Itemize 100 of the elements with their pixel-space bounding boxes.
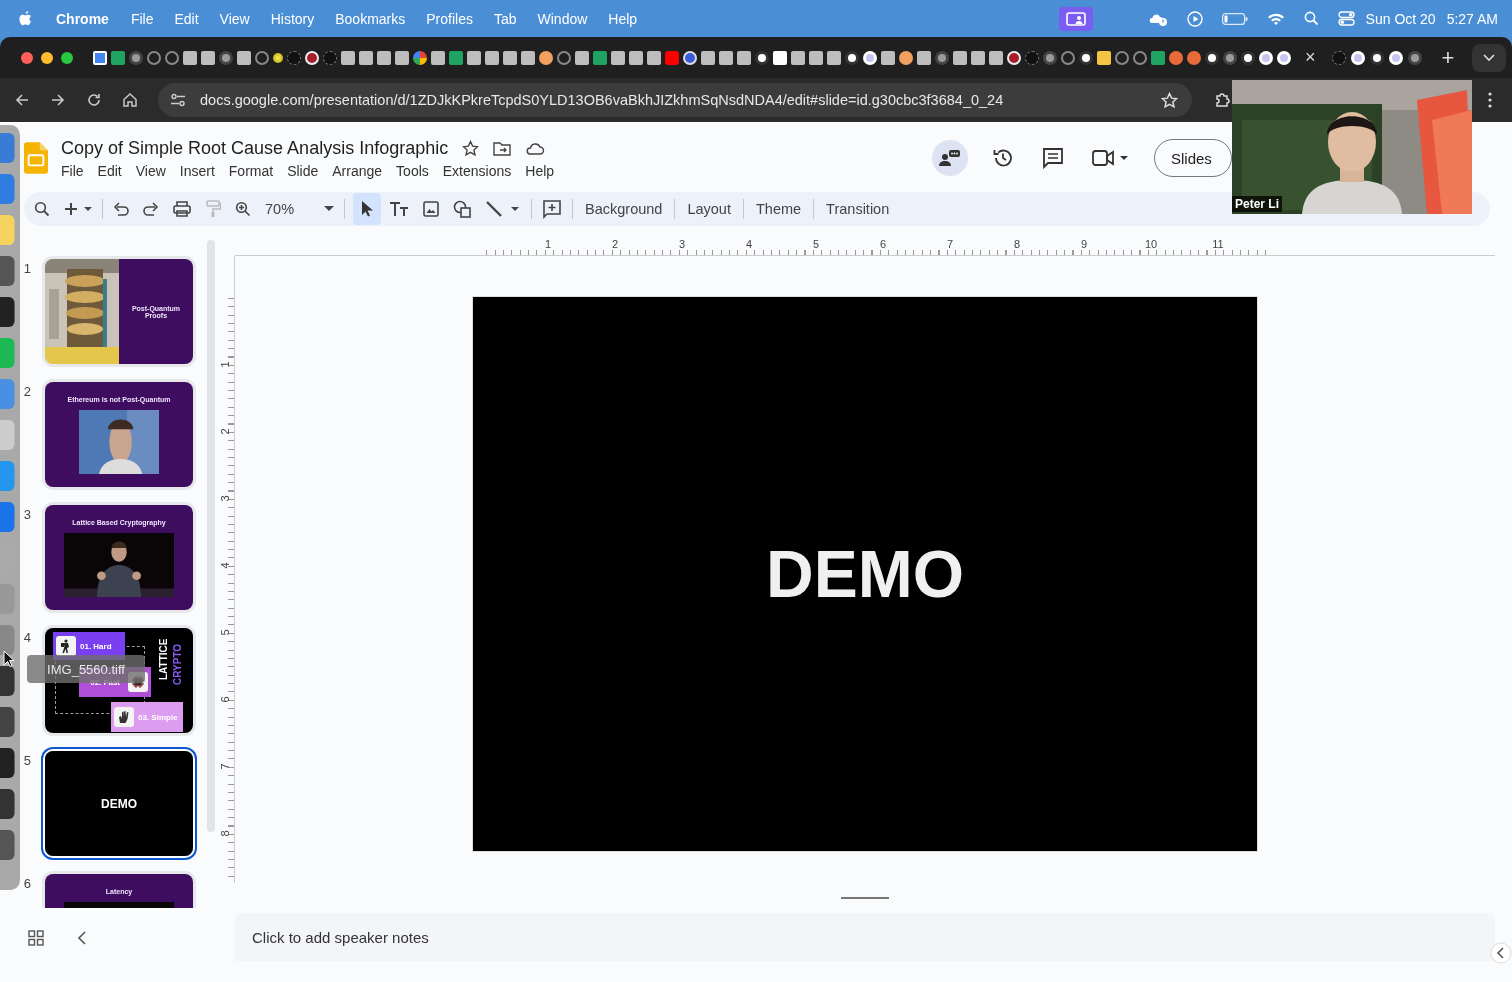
tab-favicon-icon[interactable] bbox=[737, 50, 751, 65]
close-tab-button[interactable]: × bbox=[1305, 47, 1316, 68]
move-folder-icon[interactable] bbox=[493, 140, 512, 156]
select-tool-icon[interactable] bbox=[353, 193, 382, 225]
resize-handle[interactable] bbox=[841, 897, 889, 899]
star-icon[interactable] bbox=[462, 139, 480, 157]
tab-favicon-icon[interactable] bbox=[1205, 50, 1219, 65]
tab-favicon-icon[interactable] bbox=[1097, 50, 1111, 65]
tab-favicon-icon[interactable] bbox=[201, 50, 215, 65]
tab-favicon-icon[interactable] bbox=[773, 50, 787, 65]
tab-favicon-icon[interactable] bbox=[575, 50, 589, 65]
tab-favicon-icon[interactable] bbox=[503, 50, 517, 65]
control-center-icon[interactable] bbox=[1337, 11, 1355, 26]
menu-item[interactable]: View bbox=[135, 162, 166, 179]
menu-item[interactable]: Format bbox=[228, 162, 274, 179]
tab-favicon-icon[interactable] bbox=[341, 50, 355, 65]
line-icon[interactable] bbox=[485, 200, 522, 218]
comment-icon[interactable] bbox=[1042, 147, 1064, 169]
tab-favicon-icon[interactable] bbox=[1369, 50, 1384, 65]
menu-item[interactable]: Tools bbox=[396, 162, 429, 179]
battery-icon[interactable] bbox=[1221, 12, 1248, 25]
reload-icon[interactable] bbox=[86, 92, 102, 108]
toolbar-button[interactable]: Theme bbox=[753, 201, 804, 217]
image-icon[interactable] bbox=[423, 201, 440, 217]
tab-favicon-icon[interactable] bbox=[395, 50, 409, 65]
tab-favicon-icon[interactable] bbox=[359, 50, 373, 65]
tab-favicon-icon[interactable] bbox=[273, 52, 283, 63]
menu-item[interactable]: Arrange bbox=[332, 162, 383, 179]
grid-view-icon[interactable] bbox=[28, 930, 44, 946]
tab-favicon-icon[interactable] bbox=[917, 50, 931, 65]
screen-share-icon[interactable] bbox=[1058, 6, 1093, 31]
tab-favicon-icon[interactable] bbox=[485, 50, 499, 65]
tab-favicon-icon[interactable] bbox=[521, 50, 535, 65]
side-panel-toggle-icon[interactable] bbox=[1490, 942, 1512, 964]
document-title[interactable]: Copy of Simple Root Cause Analysis Infographic bbox=[61, 137, 449, 159]
wifi-icon[interactable] bbox=[1266, 11, 1285, 26]
print-icon[interactable] bbox=[173, 201, 191, 217]
speaker-notes-field[interactable]: Click to add speaker notes bbox=[235, 913, 1495, 961]
tab-favicon-icon[interactable] bbox=[1223, 50, 1237, 65]
camera-icon[interactable] bbox=[1092, 148, 1128, 168]
redo-icon[interactable] bbox=[143, 202, 159, 216]
shape-icon[interactable] bbox=[453, 200, 472, 218]
menu-item[interactable]: Insert bbox=[179, 162, 215, 179]
tab-favicon-icon[interactable] bbox=[971, 50, 985, 65]
zoom-window-icon[interactable] bbox=[61, 51, 73, 64]
tab-favicon-icon[interactable] bbox=[467, 50, 481, 65]
cloud-saved-icon[interactable] bbox=[525, 141, 546, 155]
bookmark-star-icon[interactable] bbox=[1161, 91, 1178, 109]
tab-favicon-icon[interactable] bbox=[629, 50, 643, 65]
tab-favicon-icon[interactable] bbox=[935, 50, 949, 65]
search-icon[interactable] bbox=[34, 201, 50, 217]
add-comment-icon[interactable] bbox=[542, 199, 563, 219]
minimize-window-icon[interactable] bbox=[41, 51, 53, 64]
presenter-chat-icon[interactable] bbox=[932, 140, 968, 176]
address-bar[interactable]: docs.google.com/presentation/d/1ZDJkKPkreTcpdS0YLD13OB6vaBkhJIZkhmSqNsdNDA4/edit#slide=id.g30cbc3f3684_0_24 bbox=[158, 83, 1192, 117]
tab-favicon-icon[interactable] bbox=[1407, 50, 1422, 65]
collapse-panel-icon[interactable] bbox=[77, 931, 87, 945]
zoom-select[interactable]: 70% bbox=[265, 201, 335, 217]
home-icon[interactable] bbox=[122, 92, 138, 108]
tab-favicon-icon[interactable] bbox=[413, 50, 427, 65]
menu-item[interactable]: Slide bbox=[287, 162, 319, 179]
close-window-icon[interactable] bbox=[21, 51, 33, 64]
tab-favicon-icon[interactable] bbox=[219, 50, 233, 65]
tab-favicon-icon[interactable] bbox=[701, 50, 715, 65]
tab-favicon-icon[interactable] bbox=[845, 50, 859, 65]
tab-favicon-icon[interactable] bbox=[719, 50, 733, 65]
tab-favicon-icon[interactable] bbox=[647, 50, 661, 65]
tab-favicon-icon[interactable] bbox=[791, 50, 805, 65]
menu-item[interactable]: Extensions bbox=[442, 162, 512, 179]
new-tab-button[interactable]: + bbox=[1441, 44, 1455, 71]
tab-favicon-icon[interactable] bbox=[1043, 50, 1057, 65]
extensions-icon[interactable] bbox=[1214, 91, 1232, 109]
tab-favicon-icon[interactable] bbox=[1079, 50, 1093, 65]
slide-title[interactable]: DEMO bbox=[766, 536, 964, 612]
tab-favicon-icon[interactable] bbox=[881, 50, 895, 65]
tab-favicon-icon[interactable] bbox=[129, 50, 143, 65]
back-icon[interactable] bbox=[14, 92, 30, 108]
tab-favicon-icon[interactable] bbox=[953, 50, 967, 65]
menu-item[interactable]: File bbox=[61, 162, 84, 179]
tab-search-button[interactable] bbox=[1472, 43, 1506, 72]
history-icon[interactable] bbox=[992, 147, 1014, 169]
tab-favicon-icon[interactable] bbox=[809, 50, 823, 65]
toolbar-button[interactable]: Transition bbox=[824, 201, 892, 217]
more-menu-icon[interactable] bbox=[1488, 92, 1492, 108]
tab-favicon-icon[interactable] bbox=[755, 50, 769, 65]
menu-item[interactable]: Edit bbox=[97, 162, 122, 179]
play-icon[interactable] bbox=[1186, 10, 1203, 27]
tab-favicon-icon[interactable] bbox=[611, 50, 625, 65]
tab-favicon-icon[interactable] bbox=[899, 50, 913, 65]
tab-favicon-icon[interactable] bbox=[431, 50, 445, 65]
toolbar-button[interactable]: Layout bbox=[685, 201, 733, 217]
text-box-icon[interactable] bbox=[389, 201, 410, 217]
tab-favicon-icon[interactable] bbox=[989, 50, 1003, 65]
zoom-icon[interactable] bbox=[235, 201, 251, 217]
tab-favicon-icon[interactable] bbox=[827, 50, 841, 65]
tab-favicon-icon[interactable] bbox=[1241, 50, 1255, 65]
menu-item[interactable]: Help bbox=[525, 162, 555, 179]
tab-favicon-icon[interactable] bbox=[539, 50, 553, 65]
tab-favicon-icon[interactable] bbox=[237, 50, 251, 65]
apple-icon[interactable] bbox=[18, 10, 33, 27]
